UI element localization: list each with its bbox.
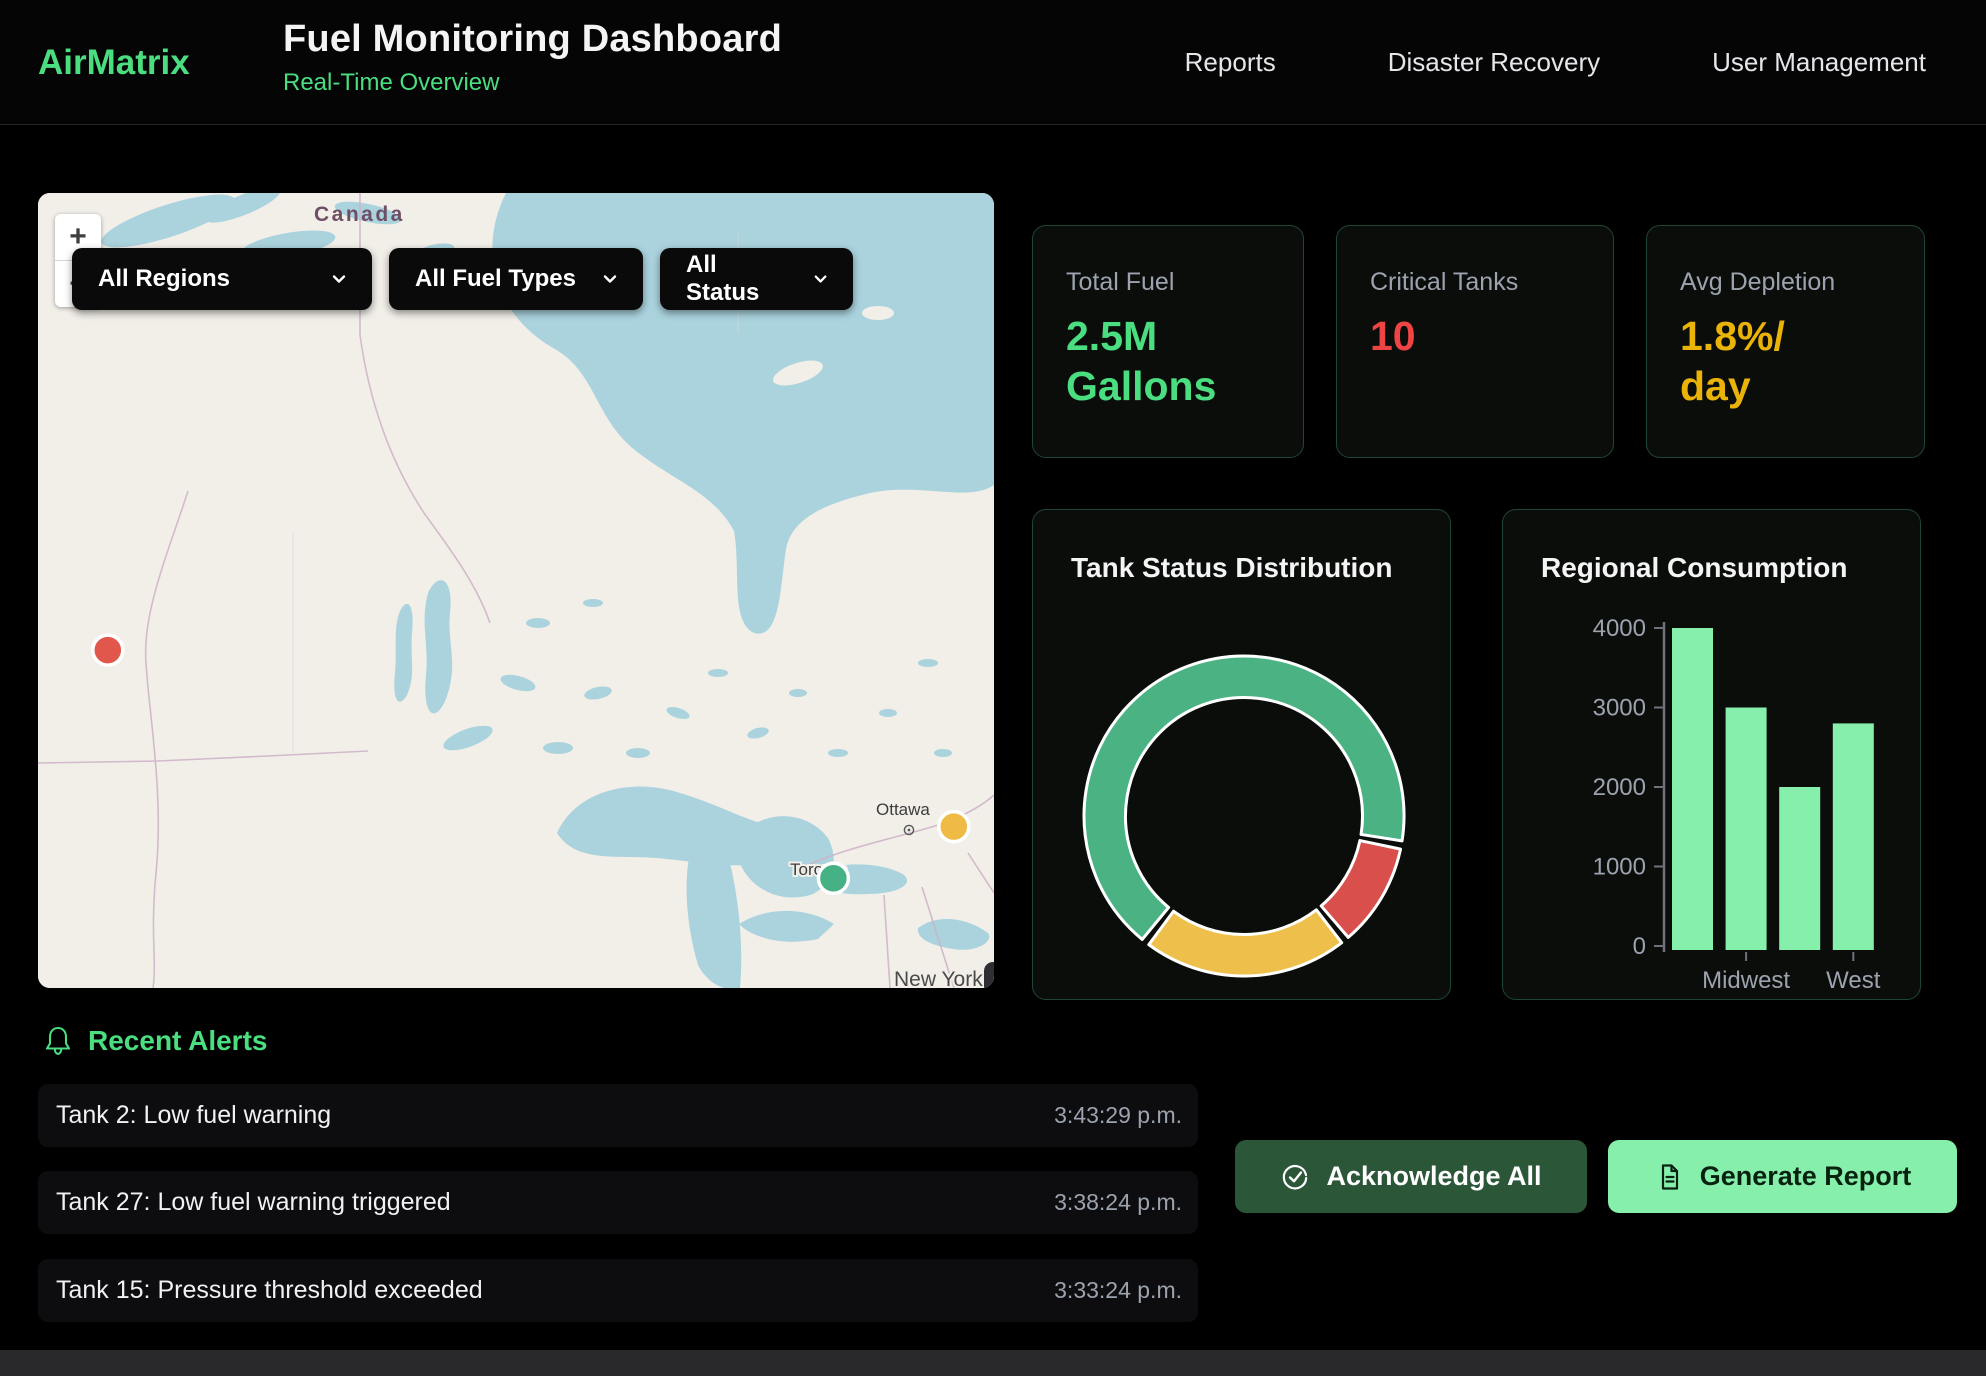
alert-text: Tank 15: Pressure threshold exceeded [56, 1276, 483, 1305]
map-filters: All Regions All Fuel Types All Status [72, 248, 853, 310]
alert-text: Tank 27: Low fuel warning triggered [56, 1188, 451, 1217]
tank-status-distribution-card: Tank Status Distribution [1032, 509, 1451, 1000]
svg-text:West: West [1826, 967, 1881, 994]
bar-region-0 [1672, 628, 1713, 950]
page-title-block: Fuel Monitoring Dashboard Real-Time Over… [283, 18, 782, 97]
svg-text:1000: 1000 [1593, 854, 1646, 881]
status-filter-select[interactable]: All Status [660, 248, 853, 310]
check-circle-icon [1280, 1162, 1310, 1192]
region-filter-value: All Regions [98, 265, 230, 293]
fuel-monitoring-dashboard: AirMatrix Fuel Monitoring Dashboard Real… [0, 0, 1986, 1376]
stat-value: 10 [1370, 311, 1575, 361]
tank-marker-critical[interactable] [93, 635, 123, 665]
donut-segment-yellow-warning [1149, 910, 1342, 976]
header: AirMatrix Fuel Monitoring Dashboard Real… [0, 0, 1986, 125]
recent-alerts-header: Recent Alerts [42, 1024, 267, 1058]
acknowledge-all-label: Acknowledge All [1326, 1161, 1541, 1192]
donut-segment-red-critical [1321, 841, 1400, 938]
bar-region-1 [1726, 708, 1767, 951]
chevron-down-icon [328, 268, 350, 290]
map-resize-handle[interactable] [984, 962, 994, 988]
basemap: Canada Ottawa Toronto New York [38, 193, 994, 988]
map-label-new-york: New York [894, 968, 983, 988]
alert-time: 3:43:29 p.m. [1054, 1102, 1182, 1129]
footer-strip [0, 1350, 1986, 1376]
status-filter-value: All Status [686, 251, 792, 307]
map-label-ottawa: Ottawa [876, 800, 930, 819]
chevron-down-icon [810, 268, 831, 290]
stat-card-total-fuel: Total Fuel 2.5M Gallons [1032, 225, 1304, 458]
alert-row[interactable]: Tank 27: Low fuel warning triggered 3:38… [38, 1171, 1198, 1234]
generate-report-button[interactable]: Generate Report [1608, 1140, 1957, 1213]
drag-dots-icon [991, 969, 994, 988]
stat-label: Critical Tanks [1370, 268, 1613, 297]
svg-text:Midwest: Midwest [1702, 967, 1790, 994]
nav-reports[interactable]: Reports [1185, 47, 1276, 78]
bar-region-3 [1833, 723, 1874, 950]
tank-marker-warning[interactable] [939, 812, 969, 842]
alert-row[interactable]: Tank 2: Low fuel warning 3:43:29 p.m. [38, 1084, 1198, 1147]
stat-value: 1.8%/day [1680, 311, 1795, 411]
svg-text:2000: 2000 [1593, 774, 1646, 801]
map-canvas[interactable]: Canada Ottawa Toronto New York + − All R… [38, 193, 994, 988]
fuel-type-filter-select[interactable]: All Fuel Types [389, 248, 643, 310]
regional-consumption-bar-chart: 0 1000 2000 3000 4000 Midwest West [1503, 510, 1921, 1000]
alert-row[interactable]: Tank 15: Pressure threshold exceeded 3:3… [38, 1259, 1198, 1322]
alert-text: Tank 2: Low fuel warning [56, 1101, 331, 1130]
stat-value: 2.5M Gallons [1066, 311, 1271, 411]
map-label-canada: Canada [314, 203, 405, 226]
alert-time: 3:33:24 p.m. [1054, 1277, 1182, 1304]
page-subtitle: Real-Time Overview [283, 69, 782, 97]
stat-card-critical-tanks: Critical Tanks 10 [1336, 225, 1614, 458]
fuel-type-filter-value: All Fuel Types [415, 265, 576, 293]
alert-time: 3:38:24 p.m. [1054, 1189, 1182, 1216]
app-logo: AirMatrix [38, 0, 190, 125]
region-filter-select[interactable]: All Regions [72, 248, 372, 310]
regional-consumption-card: Regional Consumption 01000200030004000Mi… [1502, 509, 1921, 1000]
document-icon [1654, 1162, 1684, 1192]
recent-alerts-title: Recent Alerts [88, 1025, 267, 1057]
page-title: Fuel Monitoring Dashboard [283, 18, 782, 61]
nav-disaster-recovery[interactable]: Disaster Recovery [1388, 47, 1600, 78]
svg-text:3000: 3000 [1593, 695, 1646, 722]
svg-text:0: 0 [1633, 933, 1646, 960]
svg-text:4000: 4000 [1593, 615, 1646, 642]
acknowledge-all-button[interactable]: Acknowledge All [1235, 1140, 1587, 1213]
tank-marker-normal[interactable] [818, 863, 848, 893]
generate-report-label: Generate Report [1700, 1161, 1912, 1192]
nav-user-management[interactable]: User Management [1712, 47, 1926, 78]
bar-region-2 [1779, 787, 1820, 950]
stat-label: Avg Depletion [1680, 268, 1924, 297]
stat-label: Total Fuel [1066, 268, 1303, 297]
tank-status-donut-chart [1033, 510, 1451, 1000]
stat-card-avg-depletion: Avg Depletion 1.8%/day [1646, 225, 1925, 458]
bell-icon [42, 1024, 74, 1058]
main-nav: Reports Disaster Recovery User Managemen… [1185, 0, 1926, 125]
chevron-down-icon [599, 268, 621, 290]
